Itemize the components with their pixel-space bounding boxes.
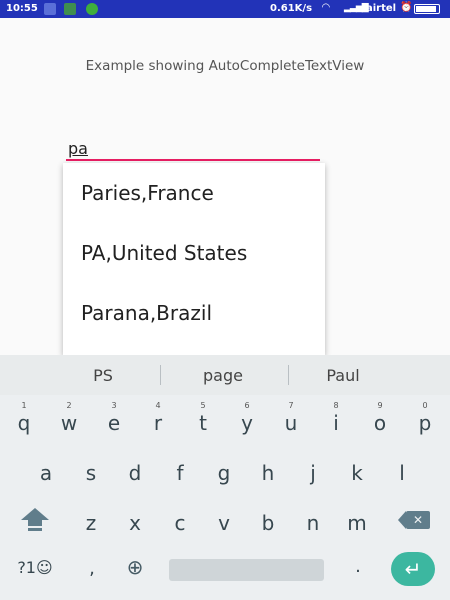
key-e[interactable]: 3e (94, 399, 134, 441)
key-h[interactable]: h (248, 455, 288, 497)
key-u[interactable]: 7u (271, 399, 311, 441)
suggestion-item[interactable]: Paries,France (63, 163, 325, 223)
key-x[interactable]: x (115, 505, 155, 547)
key-l[interactable]: l (382, 455, 422, 497)
autocomplete-dropdown: Paries,France PA,United States Parana,Br… (63, 163, 325, 355)
key-i[interactable]: 8i (316, 399, 356, 441)
key-t[interactable]: 5t (183, 399, 223, 441)
word-suggestion[interactable]: PS (60, 366, 146, 385)
key-q[interactable]: 1q (4, 399, 44, 441)
signal-icon: ▂▃▅▇ (344, 3, 369, 13)
key-z[interactable]: z (71, 505, 111, 547)
key-n[interactable]: n (293, 505, 333, 547)
word-suggestion[interactable]: Paul (300, 366, 386, 385)
comma-key[interactable]: , (80, 558, 104, 584)
key-g[interactable]: g (204, 455, 244, 497)
key-r[interactable]: 4r (138, 399, 178, 441)
suggestion-item[interactable]: Parana,Brazil (63, 283, 325, 343)
suggestion-divider (160, 365, 161, 385)
key-o[interactable]: 9o (360, 399, 400, 441)
word-suggestion[interactable]: page (180, 366, 266, 385)
notification-icon (64, 3, 76, 15)
notification-icon (86, 3, 98, 15)
key-v[interactable]: v (204, 505, 244, 547)
notification-icon (44, 3, 56, 15)
enter-icon[interactable]: ↵ (391, 552, 435, 586)
key-y[interactable]: 6y (227, 399, 267, 441)
status-time: 10:55 (6, 3, 38, 14)
key-f[interactable]: f (160, 455, 200, 497)
symbols-key[interactable]: ?1☺ (10, 558, 60, 584)
key-c[interactable]: c (160, 505, 200, 547)
word-suggestion-strip: PS page Paul (0, 355, 450, 395)
soft-keyboard: PS page Paul 1q 2w 3e 4r 5t 6y 7u 8i 9o … (0, 355, 450, 600)
key-p[interactable]: 0p (405, 399, 445, 441)
autocomplete-input[interactable] (66, 137, 320, 161)
suggestion-divider (288, 365, 289, 385)
key-a[interactable]: a (26, 455, 66, 497)
status-bar: 10:55 0.61K/s ◠ ▂▃▅▇ airtel ⏰ (0, 0, 450, 18)
key-w[interactable]: 2w (49, 399, 89, 441)
wifi-icon: ◠ (322, 2, 330, 13)
network-rate: 0.61K/s (270, 3, 313, 14)
space-key[interactable] (169, 559, 324, 581)
key-j[interactable]: j (293, 455, 333, 497)
globe-icon[interactable]: ⊕ (120, 555, 150, 585)
carrier-name: airtel (366, 3, 397, 14)
suggestion-item[interactable]: PA,United States (63, 223, 325, 283)
alarm-icon: ⏰ (400, 2, 413, 13)
key-k[interactable]: k (337, 455, 377, 497)
battery-icon (414, 4, 440, 14)
page-title: Example showing AutoCompleteTextView (85, 58, 365, 74)
shift-icon[interactable] (18, 508, 52, 538)
backspace-icon[interactable]: ✕ (398, 511, 432, 531)
key-m[interactable]: m (337, 505, 377, 547)
key-d[interactable]: d (115, 455, 155, 497)
key-s[interactable]: s (71, 455, 111, 497)
period-key[interactable]: . (348, 556, 368, 582)
key-b[interactable]: b (248, 505, 288, 547)
